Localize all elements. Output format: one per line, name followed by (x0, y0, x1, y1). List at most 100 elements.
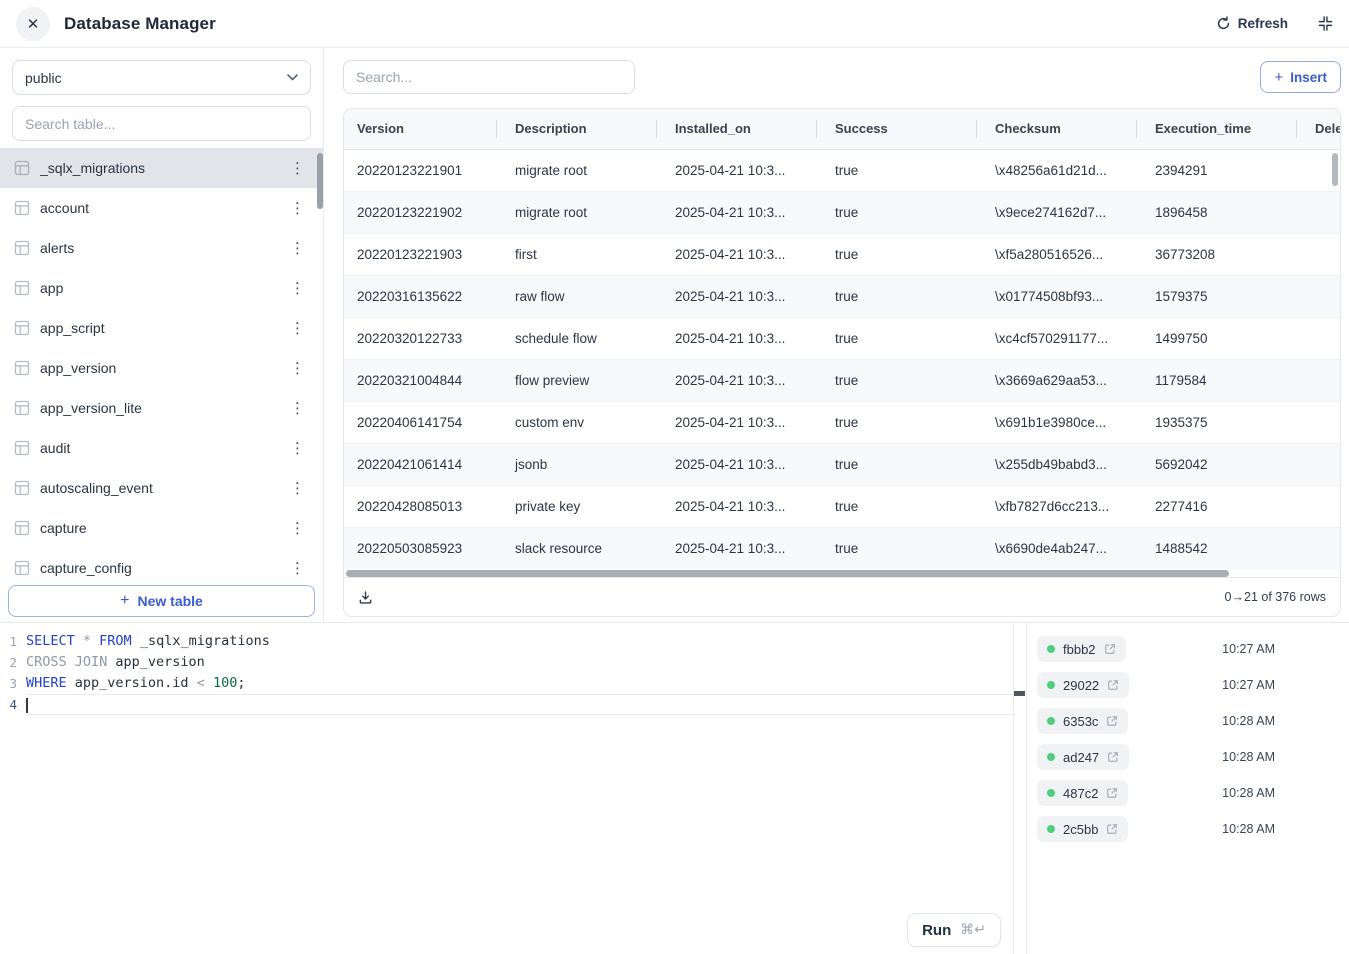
cell-version: 20220316135622 (344, 275, 496, 317)
history-item[interactable]: 6353c 10:28 AM (1027, 703, 1349, 739)
open-query-icon[interactable] (1106, 823, 1118, 835)
kebab-menu-button[interactable]: ⋮ (286, 239, 309, 258)
table-icon (14, 480, 30, 496)
query-history-panel: fbbb2 10:27 AM 29022 10:27 AM 6353c (1026, 623, 1349, 954)
table-row[interactable]: 20220421061414jsonb2025-04-21 10:3...tru… (344, 443, 1340, 485)
sidebar-item-account[interactable]: account ⋮ (0, 188, 323, 228)
open-query-icon[interactable] (1106, 715, 1118, 727)
history-item[interactable]: 487c2 10:28 AM (1027, 775, 1349, 811)
cell-checksum: \xf5a280516526... (976, 233, 1136, 275)
kebab-menu-button[interactable]: ⋮ (286, 519, 309, 538)
sidebar-item-capture[interactable]: capture ⋮ (0, 508, 323, 548)
open-query-icon[interactable] (1104, 643, 1116, 655)
cell-success: true (816, 485, 976, 527)
table-row[interactable]: 20220320122733schedule flow2025-04-21 10… (344, 317, 1340, 359)
table-row[interactable]: 20220123221902migrate root2025-04-21 10:… (344, 191, 1340, 233)
cell-installed-on: 2025-04-21 10:3... (656, 275, 816, 317)
insert-button[interactable]: + Insert (1260, 61, 1341, 93)
table-row[interactable]: 20220428085013private key2025-04-21 10:3… (344, 485, 1340, 527)
database-manager-window: ✕ Database Manager Refresh (0, 0, 1349, 954)
sidebar-scrollbar[interactable] (317, 153, 323, 209)
query-pill: 487c2 (1037, 780, 1128, 806)
sidebar-item-audit[interactable]: audit ⋮ (0, 428, 323, 468)
kebab-menu-button[interactable]: ⋮ (286, 399, 309, 418)
cell-installed-on: 2025-04-21 10:3... (656, 401, 816, 443)
table-row[interactable]: 20220123221901migrate root2025-04-21 10:… (344, 149, 1340, 191)
kebab-menu-button[interactable]: ⋮ (286, 559, 309, 578)
bottom-panel: 1 SELECT * FROM _sqlx_migrations 2 CROSS… (0, 622, 1349, 954)
cell-installed-on: 2025-04-21 10:3... (656, 443, 816, 485)
download-button[interactable] (358, 590, 373, 605)
cell-success: true (816, 233, 976, 275)
table-row[interactable]: 20220406141754custom env2025-04-21 10:3.… (344, 401, 1340, 443)
table-row[interactable]: 20220123221903first2025-04-21 10:3...tru… (344, 233, 1340, 275)
chevron-down-icon (287, 74, 298, 81)
sidebar-item-app-version-lite[interactable]: app_version_lite ⋮ (0, 388, 323, 428)
sql-editor[interactable]: 1 SELECT * FROM _sqlx_migrations 2 CROSS… (0, 623, 1026, 954)
query-id: ad247 (1063, 750, 1099, 765)
table-row[interactable]: 20220321004844flow preview2025-04-21 10:… (344, 359, 1340, 401)
close-button[interactable]: ✕ (16, 7, 50, 41)
column-header-checksum: Checksum (976, 109, 1136, 149)
cell-checksum: \xc4cf570291177... (976, 317, 1136, 359)
query-time: 10:28 AM (1222, 714, 1275, 728)
history-item[interactable]: ad247 10:28 AM (1027, 739, 1349, 775)
cell-execution-time: 36773208 (1136, 233, 1296, 275)
kebab-menu-button[interactable]: ⋮ (286, 199, 309, 218)
column-header-installed-on: Installed_on (656, 109, 816, 149)
table-name: app (40, 280, 286, 296)
cell-installed-on: 2025-04-21 10:3... (656, 485, 816, 527)
new-table-button[interactable]: + New table (8, 585, 315, 617)
collapse-button[interactable] (1318, 16, 1333, 31)
sidebar-item-sqlx-migrations[interactable]: _sqlx_migrations ⋮ (0, 148, 323, 188)
cell-installed-on: 2025-04-21 10:3... (656, 233, 816, 275)
top-bar: ✕ Database Manager Refresh (0, 0, 1349, 48)
history-item[interactable]: fbbb2 10:27 AM (1027, 631, 1349, 667)
cell-installed-on: 2025-04-21 10:3... (656, 359, 816, 401)
row-search-input[interactable] (343, 60, 635, 94)
table-row[interactable]: 20220316135622raw flow2025-04-21 10:3...… (344, 275, 1340, 317)
download-icon (358, 590, 373, 605)
table-row[interactable]: 20220503085923slack resource2025-04-21 1… (344, 527, 1340, 569)
refresh-button[interactable]: Refresh (1216, 16, 1288, 31)
sidebar-item-capture-config[interactable]: capture_config ⋮ (0, 548, 323, 585)
query-id: 6353c (1063, 714, 1098, 729)
sidebar-item-app-version[interactable]: app_version ⋮ (0, 348, 323, 388)
cell-deleted (1296, 233, 1340, 275)
kebab-menu-button[interactable]: ⋮ (286, 439, 309, 458)
kebab-menu-button[interactable]: ⋮ (286, 319, 309, 338)
cell-success: true (816, 527, 976, 569)
cell-version: 20220321004844 (344, 359, 496, 401)
cell-checksum: \x9ece274162d7... (976, 191, 1136, 233)
table-icon (14, 400, 30, 416)
kebab-menu-button[interactable]: ⋮ (286, 359, 309, 378)
history-item[interactable]: 2c5bb 10:28 AM (1027, 811, 1349, 847)
sidebar-item-app-script[interactable]: app_script ⋮ (0, 308, 323, 348)
sidebar-item-app[interactable]: app ⋮ (0, 268, 323, 308)
kebab-menu-button[interactable]: ⋮ (286, 279, 309, 298)
open-query-icon[interactable] (1107, 751, 1119, 763)
cell-checksum: \x48256a61d21d... (976, 149, 1136, 191)
kebab-menu-button[interactable]: ⋮ (286, 479, 309, 498)
sidebar-item-alerts[interactable]: alerts ⋮ (0, 228, 323, 268)
sidebar-item-autoscaling-event[interactable]: autoscaling_event ⋮ (0, 468, 323, 508)
open-query-icon[interactable] (1106, 787, 1118, 799)
cell-checksum: \x255db49babd3... (976, 443, 1136, 485)
grid-vertical-scrollbar[interactable] (1332, 153, 1338, 186)
history-item[interactable]: 29022 10:27 AM (1027, 667, 1349, 703)
cell-version: 20220503085923 (344, 527, 496, 569)
cell-success: true (816, 443, 976, 485)
text-cursor (26, 698, 28, 713)
kebab-menu-button[interactable]: ⋮ (286, 159, 309, 178)
page-title: Database Manager (64, 14, 216, 34)
table-name: app_script (40, 320, 286, 336)
schema-select[interactable]: public (12, 60, 311, 95)
table-name: app_version (40, 360, 286, 376)
editor-scrollbar[interactable] (1013, 623, 1026, 954)
query-pill: 6353c (1037, 708, 1128, 734)
run-button[interactable]: Run ⌘↵ (907, 913, 1001, 947)
table-search-input[interactable] (12, 106, 311, 141)
table-icon (14, 160, 30, 176)
code-line-active: 4 (0, 694, 1026, 715)
open-query-icon[interactable] (1107, 679, 1119, 691)
